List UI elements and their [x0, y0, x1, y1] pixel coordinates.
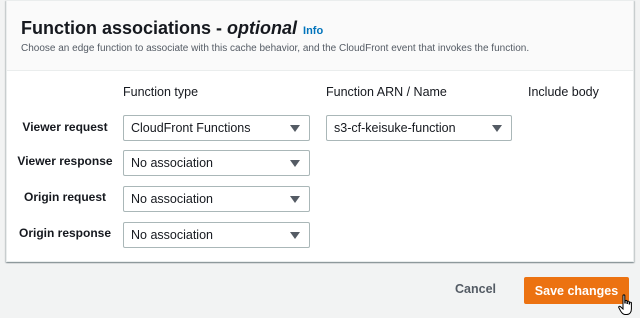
- section-title-row: Function associations - optional Info: [21, 18, 323, 39]
- column-header-function-type: Function type: [123, 85, 199, 99]
- select-value: No association: [131, 192, 213, 206]
- caret-down-icon: [290, 232, 300, 239]
- caret-down-icon: [492, 125, 502, 132]
- hand-pointer-cursor-icon: [618, 294, 632, 315]
- viewer-response-function-type-select[interactable]: No association: [123, 150, 310, 176]
- viewer-request-function-type-select[interactable]: CloudFront Functions: [123, 115, 310, 141]
- select-value: s3-cf-keisuke-function: [334, 121, 456, 135]
- caret-down-icon: [290, 160, 300, 167]
- section-description: Choose an edge function to associate wit…: [21, 43, 530, 54]
- viewer-request-function-arn-select[interactable]: s3-cf-keisuke-function: [326, 115, 512, 141]
- row-label-viewer-request: Viewer request: [22, 120, 108, 134]
- select-value: CloudFront Functions: [131, 121, 251, 135]
- info-link[interactable]: Info: [303, 25, 323, 37]
- select-value: No association: [131, 228, 213, 242]
- section-title: Function associations - optional: [21, 18, 297, 39]
- select-value: No association: [131, 156, 213, 170]
- origin-request-function-type-select[interactable]: No association: [123, 186, 310, 212]
- row-label-viewer-response: Viewer response: [17, 154, 113, 168]
- row-label-origin-request: Origin request: [23, 190, 106, 204]
- caret-down-icon: [290, 196, 300, 203]
- function-associations-panel: Function associations - optional Info Ch…: [6, 0, 634, 262]
- caret-down-icon: [290, 125, 300, 132]
- save-changes-label: Save changes: [534, 283, 619, 298]
- section-title-text: Function associations: [21, 18, 212, 38]
- title-dash: -: [211, 18, 228, 38]
- row-label-origin-response: Origin response: [18, 226, 112, 240]
- title-optional: optional: [227, 18, 298, 38]
- column-header-function-arn: Function ARN / Name: [326, 85, 447, 99]
- panel-header: Function associations - optional Info Ch…: [7, 1, 633, 71]
- cancel-button[interactable]: Cancel: [455, 282, 496, 296]
- column-header-include-body: Include body: [528, 85, 599, 99]
- save-changes-button[interactable]: Save changes: [524, 277, 629, 304]
- origin-response-function-type-select[interactable]: No association: [123, 222, 310, 248]
